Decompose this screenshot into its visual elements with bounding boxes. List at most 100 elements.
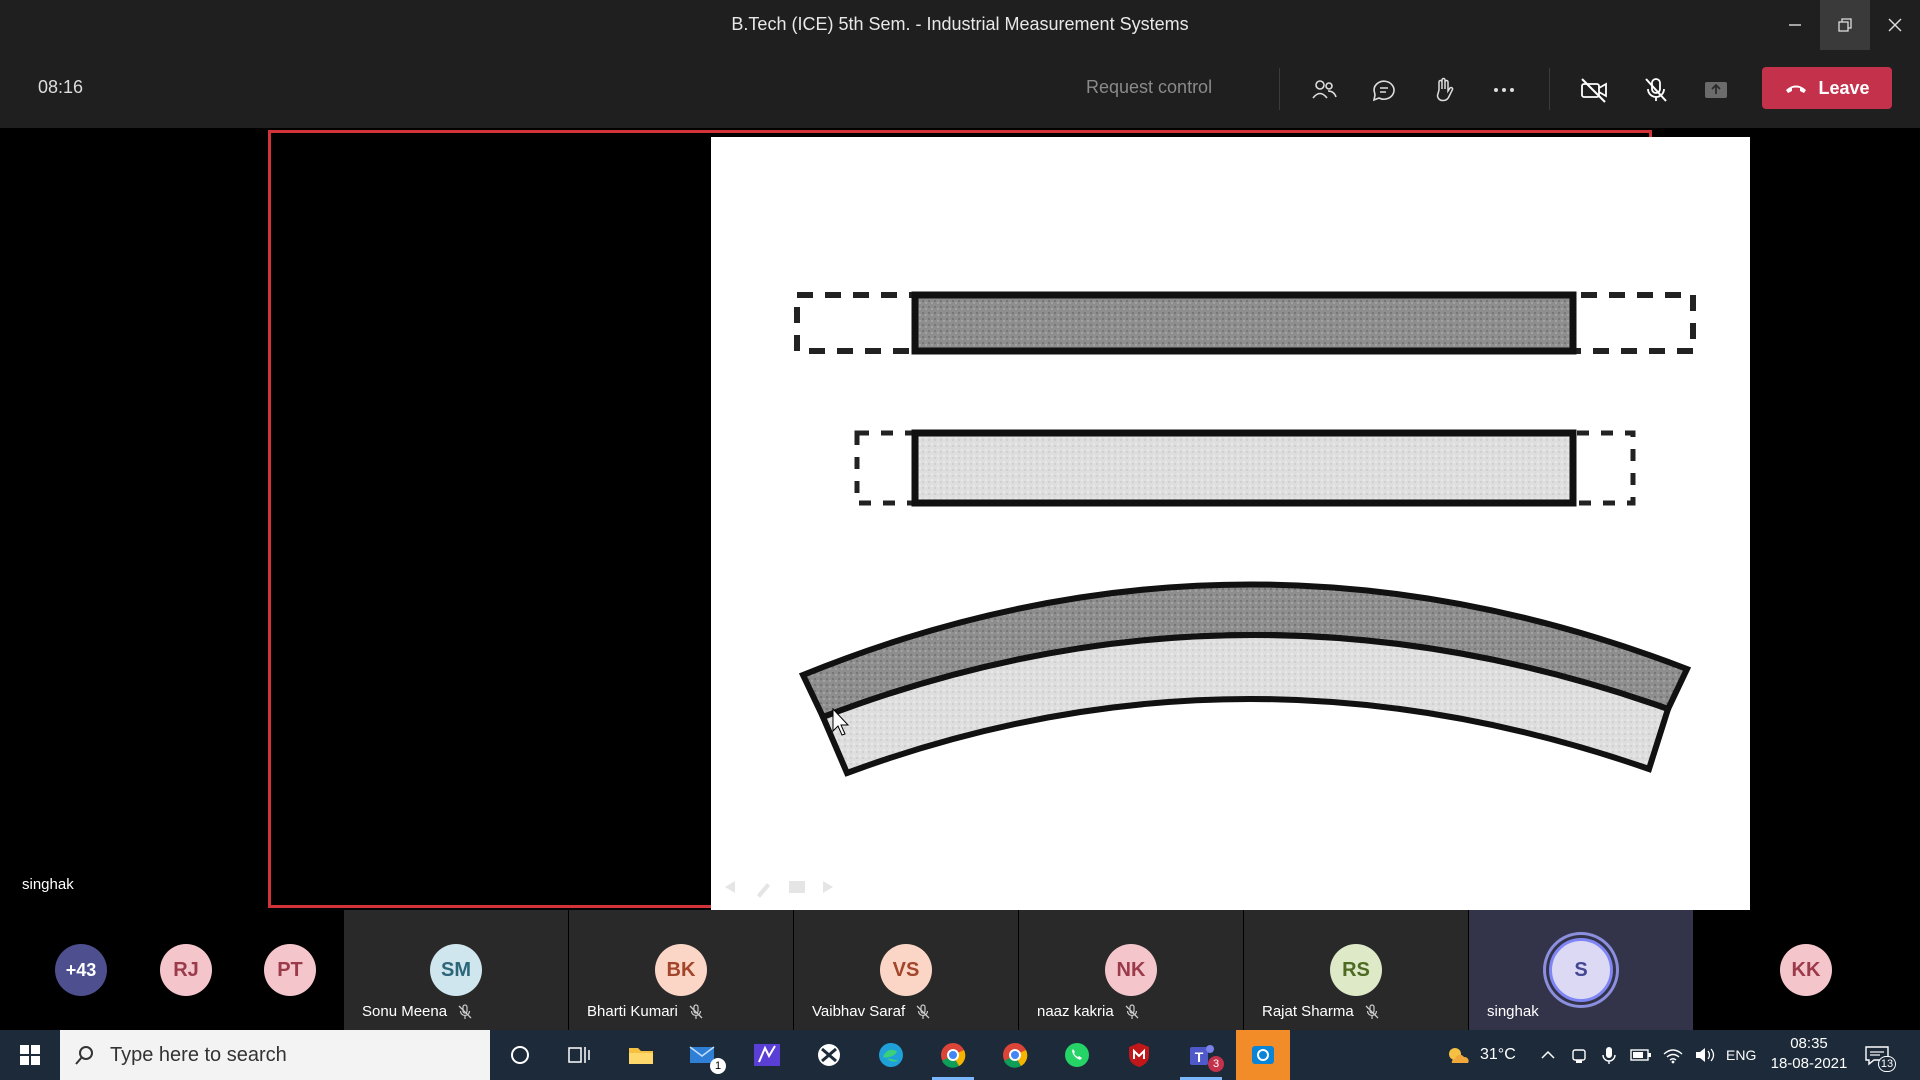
- participant-name: singhak: [1487, 1003, 1539, 1020]
- minimize-button[interactable]: [1770, 0, 1820, 50]
- edge-button[interactable]: [864, 1030, 918, 1080]
- minimize-icon: [1789, 24, 1801, 26]
- participant-tile[interactable]: BK Bharti Kumari: [569, 910, 793, 1030]
- mail-badge: 1: [710, 1058, 726, 1074]
- expanded-strip: [794, 291, 1696, 355]
- slide-menu-icon[interactable]: [789, 881, 805, 893]
- participant-tile[interactable]: NK naaz kakria: [1019, 910, 1243, 1030]
- chrome-button[interactable]: [988, 1030, 1042, 1080]
- share-screen-icon: [1705, 82, 1727, 98]
- leave-button[interactable]: Leave: [1762, 67, 1892, 109]
- share-tray-button[interactable]: [1696, 70, 1736, 110]
- volume-button[interactable]: [1694, 1030, 1716, 1080]
- window-title: B.Tech (ICE) 5th Sem. - Industrial Measu…: [731, 14, 1189, 34]
- wifi-icon: [1663, 1049, 1683, 1064]
- avatar[interactable]: PT: [264, 944, 316, 996]
- active-app-button[interactable]: [1236, 1030, 1290, 1080]
- mic-off-icon: [689, 1003, 703, 1019]
- avatar[interactable]: RJ: [160, 944, 212, 996]
- tray-device-icon[interactable]: [1570, 1030, 1588, 1080]
- file-explorer-button[interactable]: [614, 1030, 668, 1080]
- chrome-icon: [941, 1043, 966, 1068]
- search-icon: [75, 1046, 93, 1065]
- teams-badge: 3: [1208, 1056, 1224, 1072]
- close-button[interactable]: [1870, 0, 1920, 50]
- chat-icon: [1372, 80, 1395, 102]
- battery-icon: [1630, 1049, 1651, 1061]
- self-participant-tile[interactable]: S singhak: [1469, 910, 1693, 1030]
- network-button[interactable]: [1662, 1030, 1684, 1080]
- tray-mic-icon[interactable]: [1600, 1030, 1618, 1080]
- participant-name-text: Vaibhav Saraf: [812, 1003, 906, 1020]
- avatar[interactable]: KK: [1780, 944, 1832, 996]
- notification-count-badge: 13: [1878, 1056, 1896, 1072]
- whatsapp-button[interactable]: [1050, 1030, 1104, 1080]
- participant-tile[interactable]: RS Rajat Sharma: [1244, 910, 1468, 1030]
- chrome-icon: [1003, 1043, 1028, 1068]
- cortana-button[interactable]: [493, 1030, 547, 1080]
- pen-icon[interactable]: [757, 883, 770, 898]
- battery-button[interactable]: [1630, 1030, 1652, 1080]
- participant-name-text: Rajat Sharma: [1262, 1003, 1354, 1020]
- whatsapp-icon: [1065, 1043, 1089, 1067]
- xbox-button[interactable]: [802, 1030, 856, 1080]
- pen-app-button[interactable]: [740, 1030, 794, 1080]
- restore-button[interactable]: [1820, 0, 1870, 50]
- mic-off-icon: [1645, 78, 1667, 102]
- restore-icon: [1838, 18, 1852, 32]
- cortana-icon: [511, 1046, 529, 1064]
- mic-toggle-button[interactable]: [1636, 70, 1676, 110]
- avatar: RS: [1330, 944, 1382, 996]
- weather-widget[interactable]: 31°C: [1444, 1030, 1516, 1080]
- windows-logo-icon: [20, 1045, 40, 1065]
- weather-sun-cloud-icon: [1449, 1048, 1469, 1063]
- hang-up-icon: [1786, 85, 1807, 93]
- contracted-strip: [854, 429, 1636, 507]
- taskbar-search-box[interactable]: Type here to search: [60, 1030, 490, 1080]
- task-view-button[interactable]: [552, 1030, 606, 1080]
- participant-tile[interactable]: SM Sonu Meena: [344, 910, 568, 1030]
- action-center-button[interactable]: 13: [1864, 1030, 1896, 1080]
- chat-button[interactable]: [1364, 70, 1404, 110]
- chrome-profile-button[interactable]: [926, 1030, 980, 1080]
- close-icon: [1888, 18, 1902, 32]
- camera-app-icon: [1252, 1046, 1274, 1064]
- participant-name-text: naaz kakria: [1037, 1003, 1114, 1020]
- show-hidden-icons-button[interactable]: [1540, 1030, 1556, 1080]
- raise-hand-button[interactable]: [1424, 70, 1464, 110]
- mic-off-icon: [916, 1003, 930, 1019]
- teams-meeting-window: B.Tech (ICE) 5th Sem. - Industrial Measu…: [0, 0, 1920, 1080]
- mcafee-button[interactable]: [1112, 1030, 1166, 1080]
- teams-button[interactable]: T 3: [1174, 1030, 1228, 1080]
- participants-button[interactable]: [1304, 70, 1344, 110]
- shared-content-stage: singhak: [0, 128, 1920, 911]
- search-placeholder: Type here to search: [110, 1043, 287, 1066]
- microphone-icon: [1602, 1047, 1616, 1064]
- next-slide-icon[interactable]: [823, 881, 833, 893]
- edge-icon: [879, 1043, 903, 1067]
- avatar: SM: [430, 944, 482, 996]
- weather-temperature: 31°C: [1480, 1046, 1516, 1063]
- camera-off-icon: [1581, 78, 1607, 103]
- xbox-icon: [818, 1044, 840, 1066]
- title-bar: B.Tech (ICE) 5th Sem. - Industrial Measu…: [0, 0, 1920, 50]
- participant-name: Vaibhav Saraf: [812, 1003, 931, 1020]
- divider: [1279, 68, 1280, 110]
- screen-share-frame: [268, 130, 1750, 911]
- participant-tile[interactable]: VS Vaibhav Saraf: [794, 910, 1018, 1030]
- request-control-button[interactable]: Request control: [1086, 77, 1212, 98]
- camera-toggle-button[interactable]: [1574, 70, 1614, 110]
- speaker-icon: [1696, 1048, 1715, 1062]
- bent-bimetallic-strip: [798, 581, 1692, 777]
- usb-device-icon: [1572, 1049, 1586, 1063]
- meeting-timer: 08:16: [38, 77, 84, 97]
- input-language-button[interactable]: ENG: [1726, 1030, 1756, 1080]
- start-button[interactable]: [3, 1030, 57, 1080]
- previous-slide-icon[interactable]: [725, 881, 735, 893]
- mail-button[interactable]: 1: [676, 1030, 730, 1080]
- more-participants-button[interactable]: +43: [55, 944, 107, 996]
- participant-name: Bharti Kumari: [587, 1003, 704, 1020]
- taskbar-clock[interactable]: 08:35 18-08-2021: [1764, 1034, 1854, 1074]
- avatar: S: [1549, 938, 1613, 1002]
- more-actions-button[interactable]: [1484, 70, 1524, 110]
